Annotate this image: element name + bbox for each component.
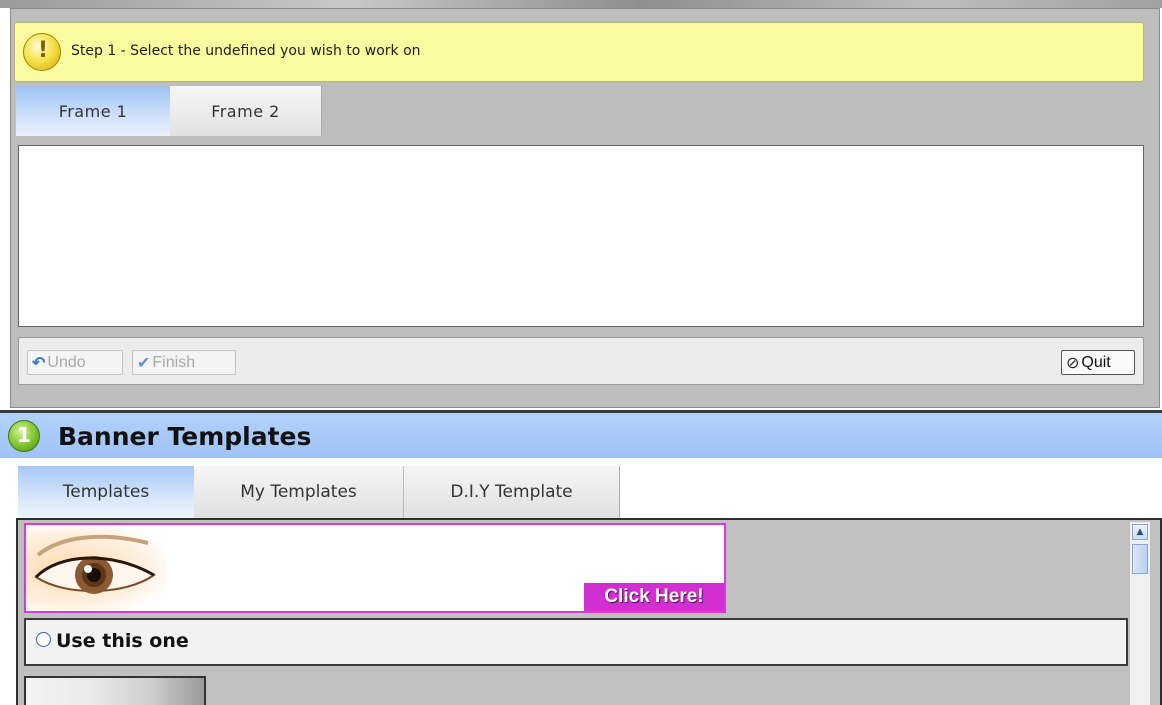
tab-diy-template[interactable]: D.I.Y Template bbox=[404, 466, 620, 518]
checkmark-icon: ✔ bbox=[137, 354, 151, 372]
eye-image bbox=[34, 534, 156, 594]
frame-content-area[interactable] bbox=[18, 145, 1144, 327]
quit-button[interactable]: ⊘ Quit bbox=[1061, 350, 1135, 375]
finish-button[interactable]: ✔ Finish bbox=[132, 350, 236, 375]
window-top-strip bbox=[0, 0, 1162, 8]
tab-my-templates[interactable]: My Templates bbox=[194, 466, 404, 518]
template-select-row[interactable]: Use this one bbox=[24, 618, 1128, 666]
scroll-up-arrow-icon[interactable]: ▲ bbox=[1132, 524, 1148, 540]
undo-button[interactable]: ↶ Undo bbox=[27, 350, 123, 375]
section-title: Banner Templates bbox=[58, 422, 312, 451]
tab-frame-1[interactable]: Frame 1 bbox=[16, 86, 170, 136]
template-tabs: Templates My Templates D.I.Y Template bbox=[16, 466, 1162, 520]
tab-frame-2[interactable]: Frame 2 bbox=[170, 86, 322, 136]
undo-icon: ↶ bbox=[32, 354, 46, 372]
section-header: 1 Banner Templates bbox=[0, 410, 1162, 458]
next-template-preview[interactable] bbox=[24, 676, 206, 705]
warning-icon: ! bbox=[23, 33, 61, 71]
step-number-icon: 1 bbox=[8, 420, 40, 452]
no-entry-icon: ⊘ bbox=[1066, 354, 1080, 372]
tab-templates[interactable]: Templates bbox=[18, 466, 194, 518]
use-template-label: Use this one bbox=[56, 630, 189, 652]
scroll-thumb[interactable] bbox=[1132, 544, 1148, 574]
click-here-button: Click Here! bbox=[584, 583, 724, 611]
quit-label: Quit bbox=[1081, 353, 1111, 371]
vertical-scrollbar[interactable]: ▲ bbox=[1130, 522, 1150, 705]
templates-list-panel: Click Here! Use this one ▲ bbox=[16, 518, 1162, 705]
step-notice-text: Step 1 - Select the undefined you wish t… bbox=[71, 43, 421, 59]
editor-toolbar: ↶ Undo ✔ Finish ⊘ Quit bbox=[18, 337, 1144, 385]
banner-template-preview[interactable]: Click Here! bbox=[24, 523, 726, 613]
step-notice: ! Step 1 - Select the undefined you wish… bbox=[14, 22, 1144, 82]
use-template-radio[interactable] bbox=[36, 632, 51, 647]
undo-label: Undo bbox=[47, 353, 86, 371]
finish-label: Finish bbox=[152, 353, 196, 371]
